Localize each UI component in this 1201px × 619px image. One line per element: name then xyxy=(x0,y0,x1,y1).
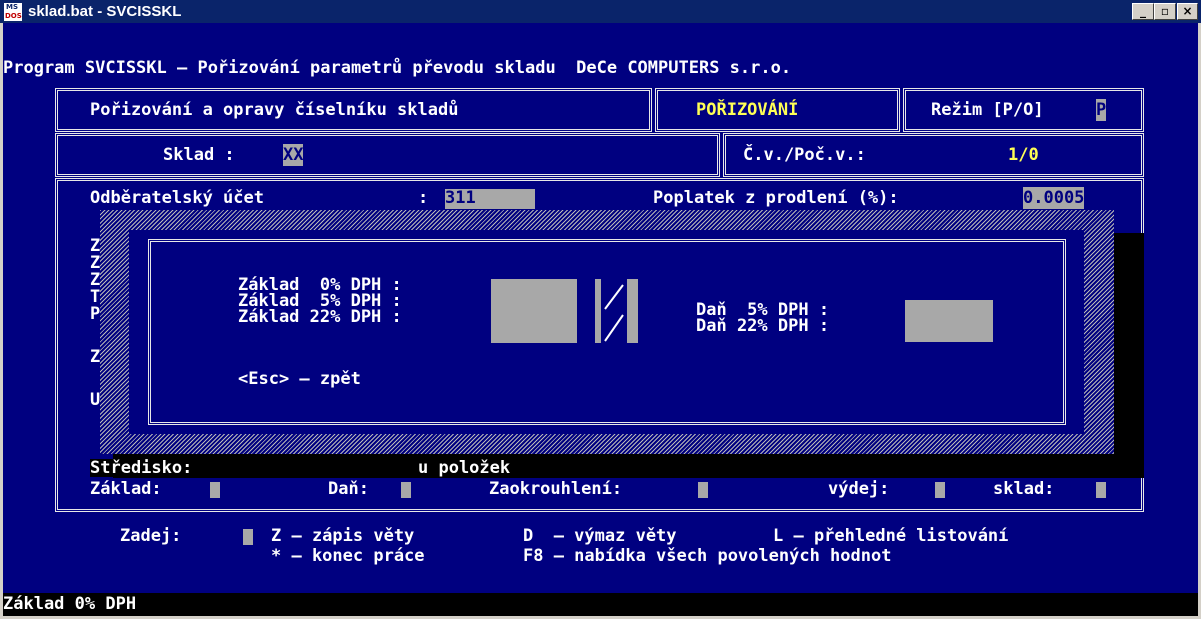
stredisko-label: Středisko: xyxy=(90,458,193,478)
cmd-konec: * – konec práce xyxy=(271,546,425,566)
dph-rate-field[interactable] xyxy=(595,279,638,343)
dan-input[interactable] xyxy=(401,482,411,498)
polozek-text: u položek xyxy=(418,458,511,478)
odberatelsky-label: Odběratelský účet xyxy=(90,188,264,208)
maximize-button[interactable]: ▫ xyxy=(1154,3,1176,20)
console-screen[interactable]: Program SVCISSKL – Pořizování parametrů … xyxy=(3,23,1198,616)
icon-text-top: MS xyxy=(6,3,19,11)
zaklad22-label: Základ 22% DPH : xyxy=(238,307,402,327)
status-bar xyxy=(3,593,1198,616)
regime-input[interactable]: P xyxy=(1096,99,1107,121)
cmd-f8: F8 – nabídka všech povolených hodnot xyxy=(523,546,892,566)
cmd-vymaz: D – výmaz věty xyxy=(523,526,677,546)
zaklad-label: Základ: xyxy=(90,479,162,499)
icon-text-bottom: DOS xyxy=(5,12,22,20)
sklad-input[interactable]: XX xyxy=(283,144,304,166)
dan-fields[interactable] xyxy=(905,300,993,342)
odberatelsky-value: 311 xyxy=(445,188,476,208)
zaokrouhleni-input[interactable] xyxy=(698,482,708,498)
zadej-label: Zadej: xyxy=(120,526,182,546)
vydej-label: výdej: xyxy=(828,479,890,499)
mode-label: POŘIZOVÁNÍ xyxy=(696,100,799,120)
stredisko-row-bg xyxy=(90,459,1144,477)
dan-label: Daň: xyxy=(328,479,369,499)
zadej-input[interactable] xyxy=(243,529,253,545)
sklad-bottom-label: sklad: xyxy=(993,479,1055,499)
program-header: Program SVCISSKL – Pořizování parametrů … xyxy=(3,58,792,78)
vydej-input[interactable] xyxy=(935,482,945,498)
sklad-box xyxy=(55,133,720,177)
minimize-button[interactable]: _ xyxy=(1132,3,1154,20)
dph-rate-slash-icon xyxy=(601,279,627,343)
sklad-label: Sklad : xyxy=(163,145,235,165)
cv-label: Č.v./Poč.v.: xyxy=(743,145,866,165)
poplatek-input[interactable]: 0.0005 xyxy=(1023,187,1085,209)
zaklad-fields[interactable] xyxy=(491,279,577,343)
poplatek-label: Poplatek z prodlení (%): xyxy=(653,188,899,208)
left-letter-5: P xyxy=(90,304,101,324)
status-text: Základ 0% DPH xyxy=(3,594,137,614)
dialog-shadow-right xyxy=(1114,233,1144,478)
left-letter-7: U xyxy=(90,390,101,410)
left-letter-6: Z xyxy=(90,347,101,367)
window-title: sklad.bat - SVCISSKL xyxy=(28,3,182,20)
close-button[interactable]: × xyxy=(1177,3,1198,20)
dan22-label: Daň 22% DPH : xyxy=(696,316,830,336)
esc-back[interactable]: <Esc> – zpět xyxy=(238,368,361,390)
cv-value: 1/0 xyxy=(1008,145,1039,165)
odberatelsky-sep: : xyxy=(418,188,429,208)
cmd-zapis: Z – zápis věty xyxy=(271,526,415,546)
sklad-bottom-input[interactable] xyxy=(1096,482,1106,498)
regime-label: Režim [P/O] xyxy=(931,100,1044,120)
zaklad-input[interactable] xyxy=(210,482,220,498)
msdos-icon: MS DOS xyxy=(4,3,22,21)
zaokrouhleni-label: Zaokrouhlení: xyxy=(489,479,623,499)
cmd-listovani: L – přehledné listování xyxy=(773,526,1009,546)
panel-title: Pořizování a opravy číselníku skladů xyxy=(90,100,459,120)
